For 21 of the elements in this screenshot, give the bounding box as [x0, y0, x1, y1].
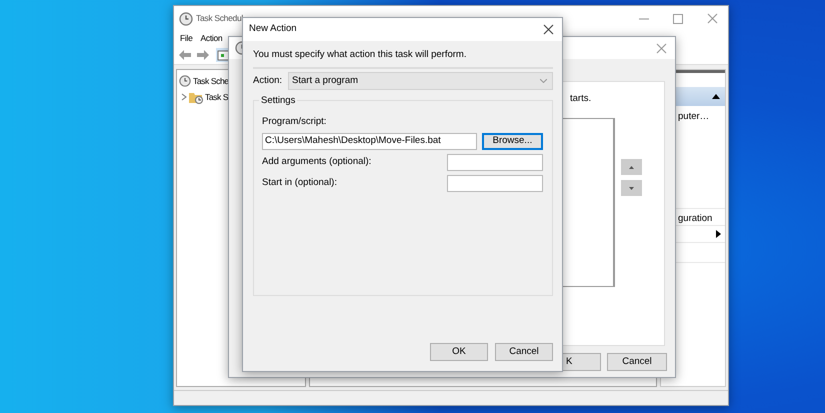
- cancel-button[interactable]: Cancel: [495, 343, 553, 361]
- field-label: Add arguments (optional):: [262, 154, 372, 169]
- browse-button[interactable]: Browse...: [482, 132, 543, 150]
- field-label: Program/script:: [262, 115, 328, 130]
- action-dropdown[interactable]: Start a program: [288, 72, 553, 90]
- instruction-text: You must specify what action this task will perform.: [253, 48, 468, 62]
- cancel-button[interactable]: Cancel: [607, 353, 667, 371]
- ok-button[interactable]: OK: [430, 343, 488, 361]
- dropdown-value: Start a program: [292, 74, 358, 88]
- dialog-title: New Action: [249, 22, 297, 36]
- description-text: tarts.: [570, 93, 592, 104]
- tree-item[interactable]: Task Sche: [193, 74, 229, 88]
- field-label: Start in (optional):: [262, 176, 337, 190]
- menu-item[interactable]: Action: [200, 32, 222, 44]
- tree-item[interactable]: Task S: [205, 90, 228, 104]
- pane-link[interactable]: puter…: [678, 111, 710, 122]
- input-field[interactable]: C:\Users\Mahesh\Desktop\Move-Files.bat: [262, 132, 477, 150]
- field-label: Action:: [253, 74, 282, 88]
- menu-item[interactable]: File: [180, 32, 192, 44]
- window-title: Task Schedul: [196, 12, 243, 25]
- pane-link[interactable]: guration: [678, 213, 712, 224]
